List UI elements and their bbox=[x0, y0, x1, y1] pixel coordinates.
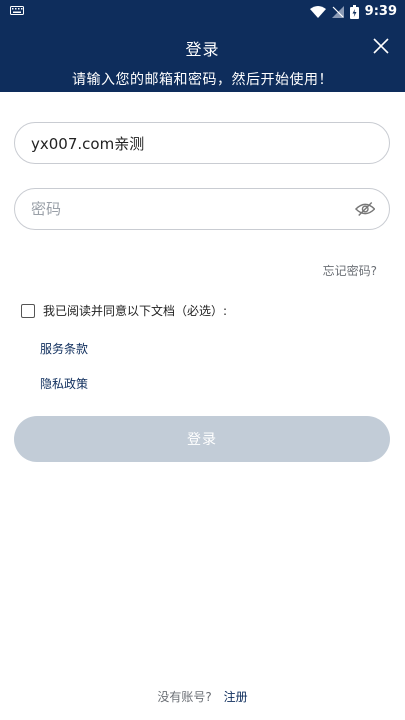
status-indicators: 9:39 bbox=[309, 4, 397, 19]
page-subtitle: 请输入您的邮箱和密码，然后开始使用！ bbox=[72, 72, 333, 88]
close-icon[interactable] bbox=[371, 36, 391, 56]
agreement-label: 我已阅读并同意以下文档（必选）: bbox=[43, 304, 228, 318]
keyboard-icon bbox=[10, 6, 24, 15]
agree-checkbox[interactable] bbox=[21, 303, 35, 318]
forgot-password-link[interactable]: 忘记密码? bbox=[323, 262, 377, 279]
wifi-icon bbox=[309, 5, 326, 18]
header-bar: 9:39 登录 请输入您的邮箱和密码，然后开始使用！ bbox=[0, 0, 405, 92]
email-field[interactable] bbox=[14, 122, 390, 164]
status-bar: 9:39 bbox=[0, 0, 405, 24]
no-account-label: 没有账号? bbox=[157, 690, 212, 704]
login-button[interactable]: 登录 bbox=[14, 416, 390, 462]
privacy-policy-link[interactable]: 隐私政策 bbox=[40, 375, 88, 392]
page-title: 登录 bbox=[185, 40, 220, 59]
eye-off-icon[interactable] bbox=[354, 201, 375, 217]
password-field[interactable] bbox=[14, 188, 390, 230]
email-input[interactable] bbox=[29, 133, 375, 153]
register-link[interactable]: 注册 bbox=[224, 690, 248, 704]
status-time: 9:39 bbox=[364, 4, 397, 19]
password-input[interactable] bbox=[29, 199, 355, 219]
footer: 没有账号? 注册 bbox=[0, 688, 405, 705]
agreement-row: 我已阅读并同意以下文档（必选）: bbox=[21, 302, 227, 319]
battery-icon bbox=[349, 4, 359, 19]
signal-icon bbox=[331, 5, 344, 18]
terms-of-service-link[interactable]: 服务条款 bbox=[40, 340, 88, 357]
